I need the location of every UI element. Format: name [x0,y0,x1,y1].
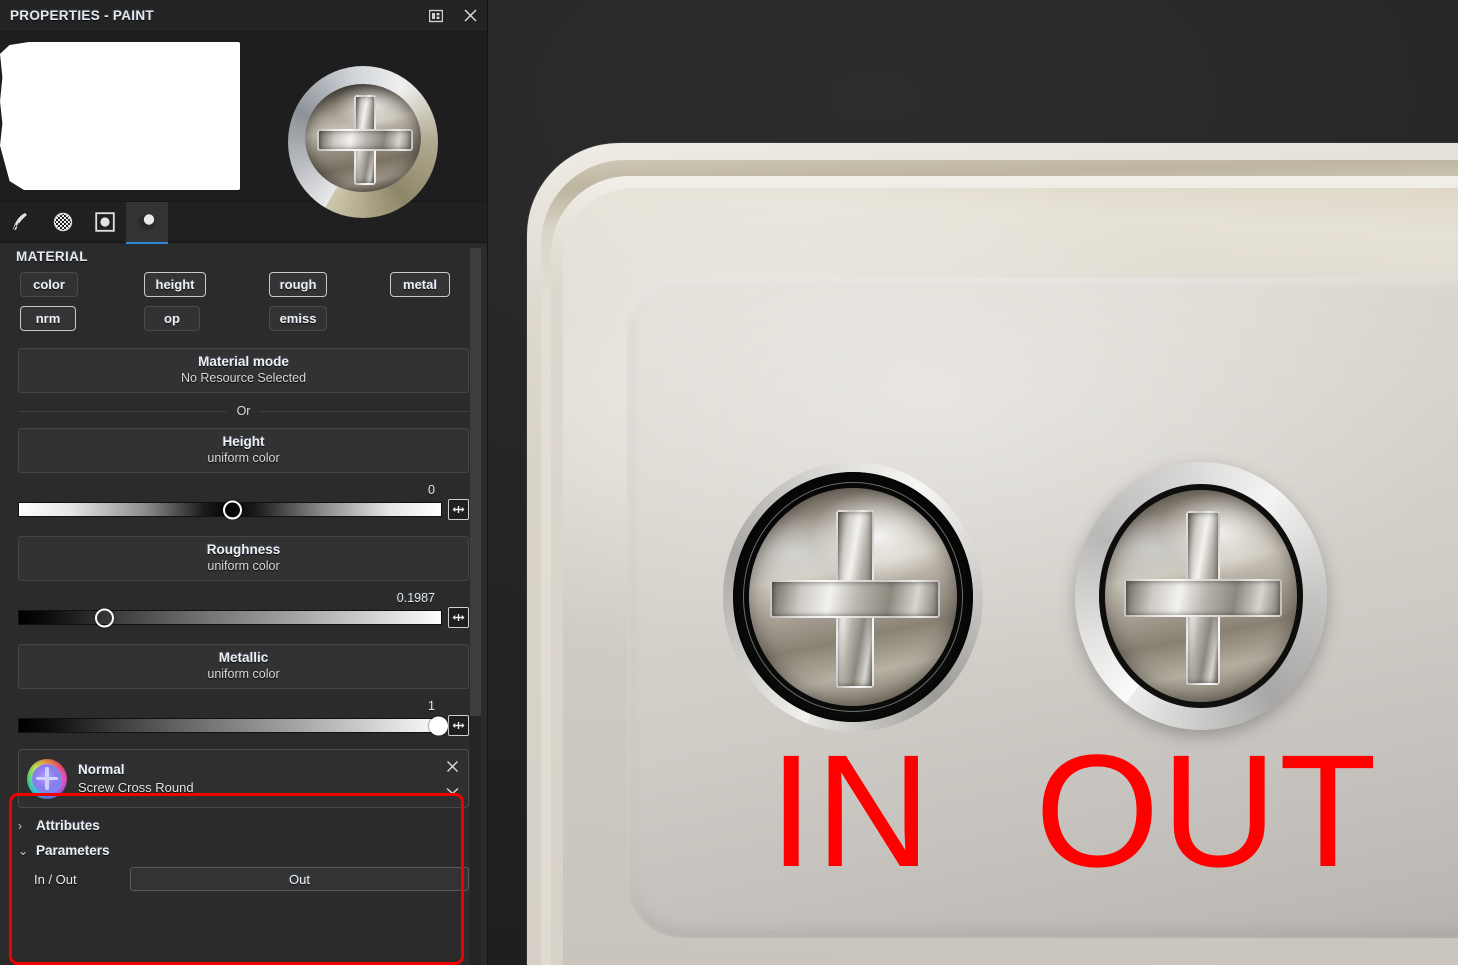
screw-in-cross-slot-icon [749,488,957,706]
height-slider-knob[interactable] [222,500,242,519]
channel-chip-height[interactable]: height [144,272,206,297]
material-ball-head [305,84,421,192]
material-mode-title: Material mode [198,354,289,369]
material-mode-button[interactable]: Material mode No Resource Selected [18,348,469,393]
dock-layout-icon[interactable] [419,0,453,31]
metallic-slider-track[interactable] [18,716,449,735]
normal-map-section: Normal Screw Cross Round [18,749,469,808]
tab-pattern[interactable] [42,202,84,244]
channel-chip-emiss[interactable]: emiss [269,306,327,331]
channel-chip-color[interactable]: color [20,272,78,297]
normal-map-resource-card[interactable]: Normal Screw Cross Round [18,749,469,808]
tab-stencil[interactable] [84,202,126,244]
parameters-chevron-down-icon: ⌄ [18,843,29,858]
param-in-out-combo[interactable]: Out [130,867,469,891]
metallic-slider-block: 1 [18,699,469,736]
attributes-chevron-right-icon: › [18,818,22,833]
height-slider-track[interactable] [18,500,442,519]
viewport-annotation-in: IN [769,721,933,900]
metallic-subtitle: uniform color [207,667,280,681]
normal-map-title: Normal [78,762,125,777]
attributes-group-header[interactable]: › Attributes [18,818,487,833]
or-divider: Or [18,404,469,418]
param-in-out-label: In / Out [34,871,77,887]
metallic-slider-row [18,715,469,736]
roughness-title: Roughness [206,542,281,557]
height-value: 0 [428,483,435,497]
normal-map-thumb-cross-horizontal [35,776,59,781]
properties-paint-panel: PROPERTIES - PAINT MATERIAL color height… [0,0,488,965]
material-mode-subtitle: No Resource Selected [180,371,307,385]
roughness-subtitle: uniform color [207,559,280,573]
cross-slot-horizontal [769,579,941,619]
or-label: Or [236,404,251,418]
paint-tabs [0,202,487,244]
tab-material[interactable] [126,202,168,244]
normal-map-text: Normal Screw Cross Round [78,762,445,795]
alpha-shape-preview[interactable] [0,42,240,190]
material-ball-cross-slot-icon [305,84,421,192]
close-icon[interactable] [453,0,487,31]
param-row-in-out: In / Out Out [18,867,469,891]
material-ball-preview[interactable] [288,66,438,218]
roughness-channel-button[interactable]: Roughness uniform color [18,536,469,581]
panel-body: MATERIAL color height rough metal nrm op… [0,243,487,965]
roughness-value: 0.1987 [396,591,435,605]
height-slider-block: 0 [18,483,469,520]
roughness-slider-knob[interactable] [95,608,115,627]
height-title: Height [222,434,265,449]
material-channel-grid: color height rough metal nrm op emiss [18,272,469,344]
metallic-reset-arrows-icon[interactable] [448,715,469,736]
channel-chip-op[interactable]: op [144,306,200,331]
height-slider-row [18,499,469,520]
normal-map-actions [445,759,460,799]
screw-recessed-in [723,462,983,732]
panel-titlebar: PROPERTIES - PAINT [0,0,487,32]
tab-brush[interactable] [0,202,42,244]
channel-chip-nrm[interactable]: nrm [20,306,76,331]
metallic-channel-button[interactable]: Metallic uniform color [18,644,469,689]
viewport-annotation-out: OUT [1035,721,1379,900]
material-section-title: MATERIAL [16,249,88,264]
screw-protruding-out [1075,462,1327,730]
roughness-slider-row [18,607,469,628]
height-subtitle: uniform color [207,451,280,465]
screw-out-cross-slot-icon [1105,490,1297,702]
metallic-value: 1 [428,699,435,713]
height-channel-button[interactable]: Height uniform color [18,428,469,473]
panel-scrollbar-thumb[interactable] [470,248,481,716]
cross-slot-horizontal [1124,579,1282,617]
parameters-group-header[interactable]: ⌄ Parameters [18,843,487,858]
panel-scrollbar[interactable] [470,248,481,965]
metallic-slider-knob[interactable] [429,716,449,735]
channel-chip-metal[interactable]: metal [390,272,450,297]
normal-map-close-icon[interactable] [445,759,460,777]
panel-title: PROPERTIES - PAINT [10,8,154,23]
roughness-slider-block: 0.1987 [18,591,469,628]
preview-strip [0,32,487,218]
metallic-title: Metallic [218,650,269,665]
roughness-slider-track[interactable] [18,608,442,627]
height-reset-arrows-icon[interactable] [448,499,469,520]
screw-out-head [1105,490,1297,702]
normal-map-chevron-down-icon[interactable] [445,784,460,799]
parameters-label: Parameters [36,843,110,858]
normal-map-resource-name: Screw Cross Round [78,780,194,795]
cross-slot-horizontal [316,129,414,151]
normal-map-thumbnail-icon [27,758,67,799]
app-root: IN OUT PROPERTIES - PAINT MATERIAL color… [0,0,1458,965]
channel-chip-rough[interactable]: rough [269,272,327,297]
screw-in-head [749,488,957,706]
roughness-reset-arrows-icon[interactable] [448,607,469,628]
attributes-label: Attributes [36,818,100,833]
